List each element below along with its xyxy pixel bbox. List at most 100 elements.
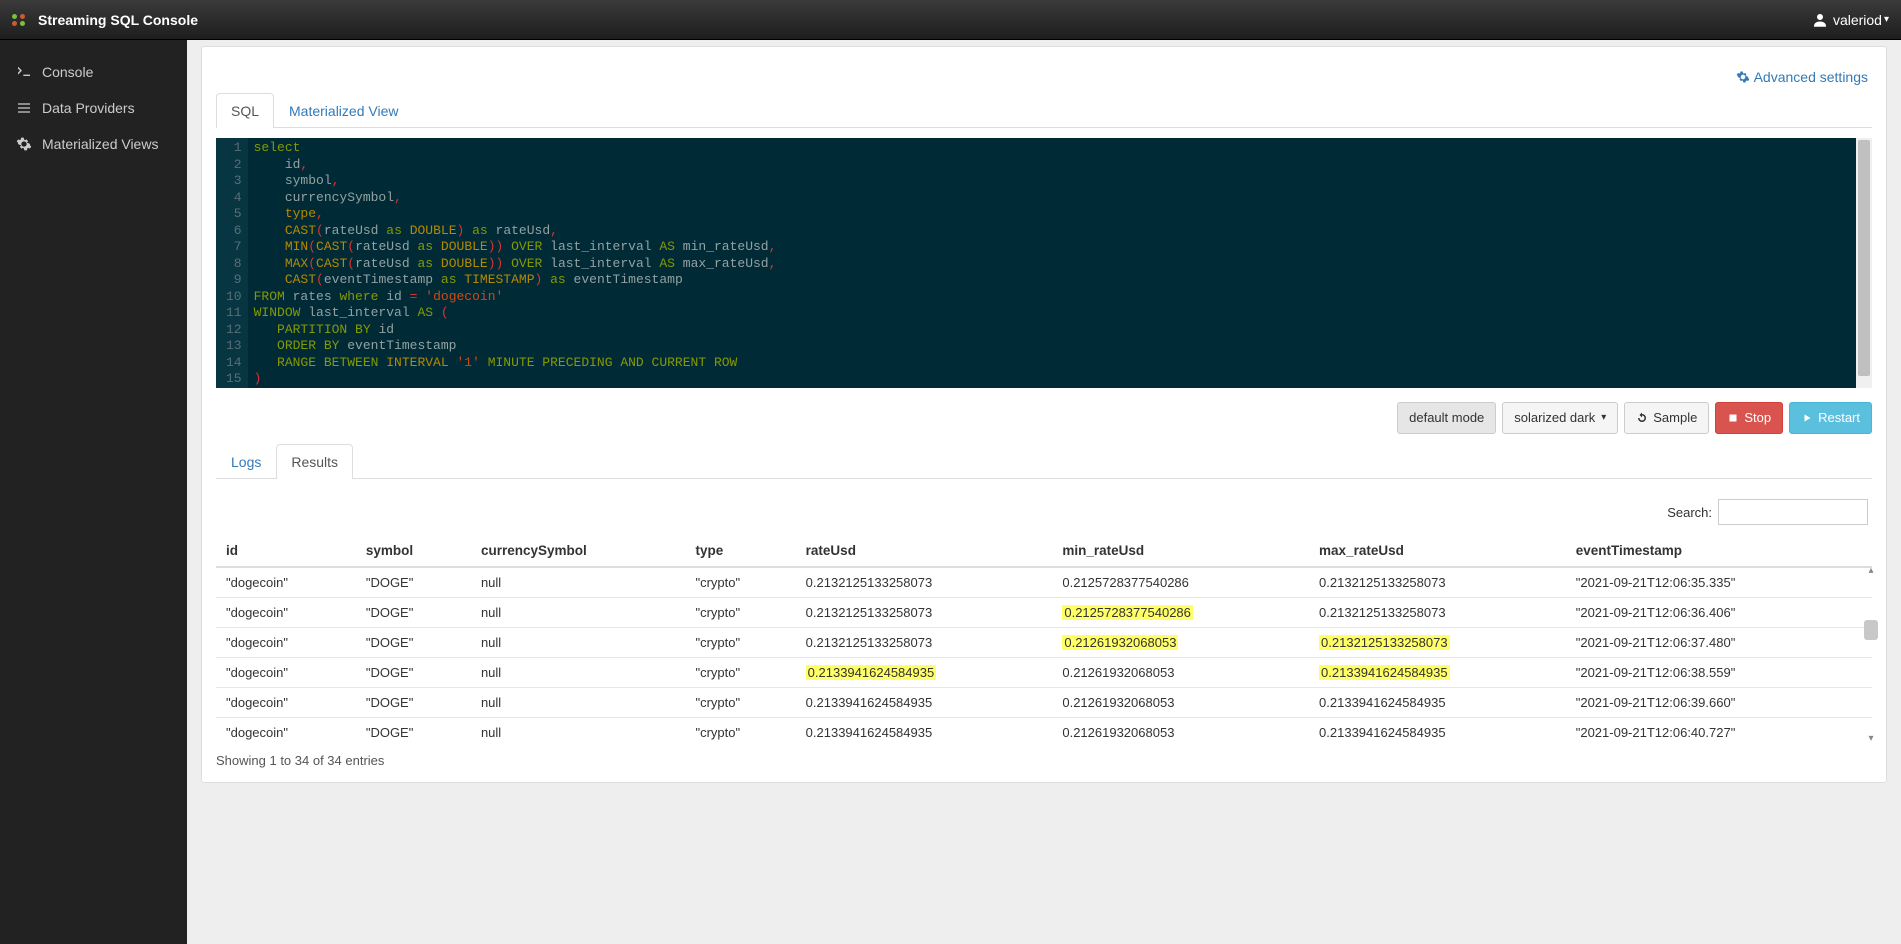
app-logo-icon [12,14,28,26]
table-cell: "dogecoin" [216,718,356,748]
sidebar-item-console[interactable]: Console [0,54,187,90]
table-row: "dogecoin""DOGE"null"crypto"0.2132125133… [216,567,1872,598]
button-label: Sample [1653,409,1697,427]
run-toolbar: default mode solarized dark ▾ Sample Stop… [216,402,1872,434]
main-area: Advanced settings SQL Materialized View … [187,40,1901,944]
table-cell: "DOGE" [356,628,471,658]
menu-icon [16,100,32,116]
table-cell: 0.21261932068053 [1052,718,1309,748]
user-menu[interactable]: valeriod ▾ [1811,11,1889,29]
user-icon [1811,11,1829,29]
table-cell: "crypto" [685,628,795,658]
table-cell: "dogecoin" [216,658,356,688]
table-cell: "2021-09-21T12:06:37.480" [1566,628,1872,658]
sample-button[interactable]: Sample [1624,402,1709,434]
gear-icon [16,136,32,152]
caret-down-icon: ▾ [1601,411,1606,425]
sidebar-item-materialized-views[interactable]: Materialized Views [0,126,187,162]
table-cell: null [471,567,686,598]
scrollbar-thumb[interactable] [1864,620,1878,640]
table-cell: "dogecoin" [216,567,356,598]
results-table-wrap: idsymbolcurrencySymboltyperateUsdmin_rat… [216,535,1872,747]
table-cell: 0.21261932068053 [1052,688,1309,718]
scrollbar-arrow-up-icon[interactable]: ▴ [1864,565,1878,579]
restart-button[interactable]: Restart [1789,402,1872,434]
sidebar-item-label: Console [42,64,93,80]
column-header[interactable]: type [685,535,795,567]
table-cell: "2021-09-21T12:06:40.727" [1566,718,1872,748]
scrollbar-thumb[interactable] [1858,140,1870,376]
table-row: "dogecoin""DOGE"null"crypto"0.2132125133… [216,628,1872,658]
editor-gutter: 123456789101112131415 [216,138,248,388]
result-tabs: Logs Results [216,444,1872,479]
table-scrollbar[interactable]: ▴ ▾ [1862,565,1878,747]
table-cell: "crypto" [685,688,795,718]
table-cell: "2021-09-21T12:06:38.559" [1566,658,1872,688]
results-table: idsymbolcurrencySymboltyperateUsdmin_rat… [216,535,1872,747]
table-cell: 0.21261932068053 [1052,658,1309,688]
search-row: Search: [216,489,1872,535]
table-row: "dogecoin""DOGE"null"crypto"0.2133941624… [216,718,1872,748]
stop-button[interactable]: Stop [1715,402,1783,434]
scrollbar-arrow-down-icon[interactable]: ▾ [1864,733,1878,747]
table-cell: 0.2125728377540286 [1052,567,1309,598]
sidebar: Console Data Providers Materialized View… [0,40,187,944]
button-label: default mode [1409,409,1484,427]
table-cell: "dogecoin" [216,628,356,658]
table-cell: null [471,688,686,718]
table-cell: "2021-09-21T12:06:39.660" [1566,688,1872,718]
table-cell: 0.2133941624584935 [1309,658,1566,688]
mode-dropdown[interactable]: default mode [1397,402,1496,434]
table-cell: "DOGE" [356,718,471,748]
table-cell: 0.21261932068053 [1052,628,1309,658]
app-title: Streaming SQL Console [38,12,198,28]
sidebar-item-label: Data Providers [42,100,135,116]
column-header[interactable]: min_rateUsd [1052,535,1309,567]
stop-icon [1727,412,1739,424]
tab-sql[interactable]: SQL [216,93,274,128]
table-cell: "dogecoin" [216,598,356,628]
button-label: solarized dark [1514,409,1595,427]
play-icon [1801,412,1813,424]
table-cell: 0.2132125133258073 [1309,567,1566,598]
table-cell: "DOGE" [356,598,471,628]
editor-scrollbar[interactable] [1856,138,1872,388]
button-label: Restart [1818,409,1860,427]
table-cell: null [471,658,686,688]
topbar: Streaming SQL Console valeriod ▾ [0,0,1901,40]
tab-label: SQL [231,103,259,119]
table-cell: 0.2125728377540286 [1052,598,1309,628]
table-body: "dogecoin""DOGE"null"crypto"0.2132125133… [216,567,1872,747]
table-cell: 0.2132125133258073 [796,567,1053,598]
table-cell: 0.2133941624584935 [796,658,1053,688]
tab-label: Materialized View [289,103,398,119]
advanced-settings-link[interactable]: Advanced settings [1736,69,1868,85]
tab-label: Results [291,454,338,470]
sidebar-item-data-providers[interactable]: Data Providers [0,90,187,126]
table-cell: "DOGE" [356,658,471,688]
table-cell: "crypto" [685,598,795,628]
advanced-settings-label: Advanced settings [1754,69,1868,85]
column-header[interactable]: symbol [356,535,471,567]
table-cell: 0.2133941624584935 [796,718,1053,748]
table-cell: "dogecoin" [216,688,356,718]
column-header[interactable]: rateUsd [796,535,1053,567]
table-cell: "crypto" [685,658,795,688]
editor-tabs: SQL Materialized View [216,93,1872,128]
column-header[interactable]: eventTimestamp [1566,535,1872,567]
tab-materialized-view[interactable]: Materialized View [274,93,413,128]
column-header[interactable]: max_rateUsd [1309,535,1566,567]
table-cell: "DOGE" [356,688,471,718]
search-input[interactable] [1718,499,1868,525]
column-header[interactable]: id [216,535,356,567]
tab-label: Logs [231,454,261,470]
theme-dropdown[interactable]: solarized dark ▾ [1502,402,1618,434]
console-panel: Advanced settings SQL Materialized View … [201,46,1887,783]
editor-code[interactable]: select id, symbol, currencySymbol, type,… [248,138,1856,388]
column-header[interactable]: currencySymbol [471,535,686,567]
table-cell: "crypto" [685,567,795,598]
table-cell: "DOGE" [356,567,471,598]
tab-results[interactable]: Results [276,444,353,479]
sql-editor[interactable]: 123456789101112131415 select id, symbol,… [216,138,1872,388]
tab-logs[interactable]: Logs [216,444,276,479]
